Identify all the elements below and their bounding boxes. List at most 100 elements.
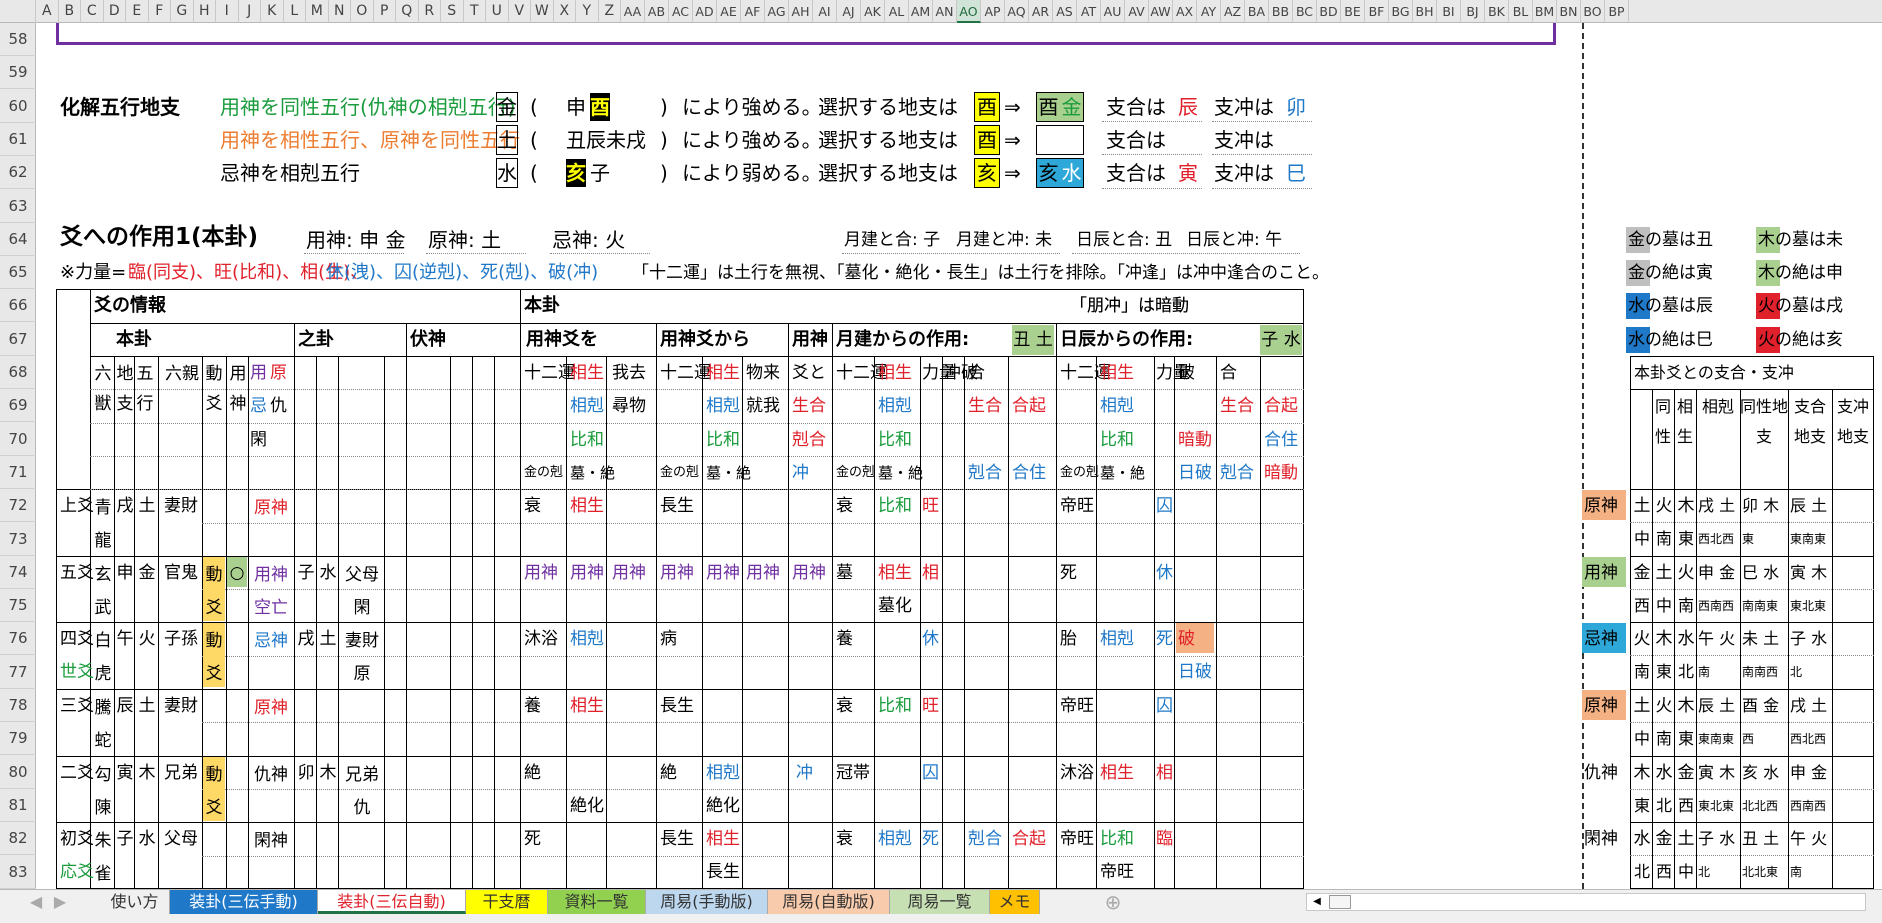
row-header-72[interactable]: 72 <box>0 489 36 523</box>
column-header-bh[interactable]: BH <box>1413 0 1437 23</box>
select-all-corner[interactable] <box>0 0 36 23</box>
column-header-ay[interactable]: AY <box>1197 0 1221 23</box>
column-header-ad[interactable]: AD <box>693 0 717 23</box>
column-header-bi[interactable]: BI <box>1437 0 1461 23</box>
column-header-ai[interactable]: AI <box>813 0 837 23</box>
row-header-79[interactable]: 79 <box>0 722 36 756</box>
column-header-x[interactable]: X <box>554 0 576 23</box>
column-header-be[interactable]: BE <box>1341 0 1365 23</box>
column-header-v[interactable]: V <box>509 0 531 23</box>
column-header-p[interactable]: P <box>374 0 396 23</box>
row-header-64[interactable]: 64 <box>0 223 36 256</box>
column-header-b[interactable]: B <box>59 0 81 23</box>
sheet-grid[interactable]: 化解五行地支 用神を同性五行(仇神の相剋五行) 金(申酉) により強める。 選択する地支… <box>36 23 1882 889</box>
column-header-ba[interactable]: BA <box>1245 0 1269 23</box>
column-header-au[interactable]: AU <box>1101 0 1125 23</box>
column-header-q[interactable]: Q <box>396 0 419 23</box>
column-header-o[interactable]: O <box>351 0 374 23</box>
scroll-left-arrow-icon[interactable]: ◀ <box>1307 894 1327 910</box>
column-header-at[interactable]: AT <box>1077 0 1101 23</box>
row-header-68[interactable]: 68 <box>0 356 36 389</box>
row-header-65[interactable]: 65 <box>0 256 36 290</box>
column-header-w[interactable]: W <box>531 0 554 23</box>
column-header-y[interactable]: Y <box>576 0 599 23</box>
column-header-j[interactable]: J <box>239 0 261 23</box>
column-header-az[interactable]: AZ <box>1221 0 1245 23</box>
column-header-s[interactable]: S <box>441 0 464 23</box>
column-header-c[interactable]: C <box>81 0 104 23</box>
column-header-ao[interactable]: AO <box>957 0 981 23</box>
column-header-g[interactable]: G <box>171 0 194 23</box>
column-header-bp[interactable]: BP <box>1605 0 1629 23</box>
row-header-62[interactable]: 62 <box>0 156 36 190</box>
tab-scroll-right-icon[interactable]: ▶ <box>48 890 72 914</box>
column-header-i[interactable]: I <box>216 0 239 23</box>
column-header-ar[interactable]: AR <box>1029 0 1053 23</box>
sheet-tab-0[interactable]: 使い方 <box>100 890 170 914</box>
row-header-75[interactable]: 75 <box>0 589 36 623</box>
sheet-tab-8[interactable]: メモ <box>990 890 1040 914</box>
row-header-83[interactable]: 83 <box>0 856 36 889</box>
row-header-71[interactable]: 71 <box>0 456 36 489</box>
column-header-am[interactable]: AM <box>909 0 933 23</box>
column-header-aq[interactable]: AQ <box>1005 0 1029 23</box>
column-header-ax[interactable]: AX <box>1173 0 1197 23</box>
row-header-bar[interactable]: 58 59 60 61 62 63 64 65 66 67 68 69 70 71 72 73 74 75 76 77… <box>0 23 36 889</box>
sheet-tab-6[interactable]: 周易(自動版) <box>768 890 890 914</box>
sheet-tab-1[interactable]: 装卦(三伝手動) <box>170 890 318 914</box>
column-header-bm[interactable]: BM <box>1533 0 1557 23</box>
column-header-ap[interactable]: AP <box>981 0 1005 23</box>
add-sheet-icon[interactable]: ⊕ <box>1098 890 1128 914</box>
column-header-t[interactable]: T <box>464 0 486 23</box>
column-header-bk[interactable]: BK <box>1485 0 1509 23</box>
row-header-82[interactable]: 82 <box>0 822 36 856</box>
column-header-ah[interactable]: AH <box>789 0 813 23</box>
row-header-59[interactable]: 59 <box>0 56 36 90</box>
column-header-bj[interactable]: BJ <box>1461 0 1485 23</box>
tab-scroll-left-icon[interactable]: ◀ <box>24 890 48 914</box>
column-header-z[interactable]: Z <box>599 0 621 23</box>
column-header-k[interactable]: K <box>261 0 284 23</box>
column-header-ak[interactable]: AK <box>861 0 885 23</box>
row-header-73[interactable]: 73 <box>0 523 36 556</box>
column-header-bo[interactable]: BO <box>1581 0 1605 23</box>
row-header-61[interactable]: 61 <box>0 123 36 156</box>
spreadsheet[interactable]: A B C D E F G H I J K L M N O P Q R S T U V W X Y Z AA AB AC AD AE AF AG… <box>0 0 1882 923</box>
row-header-63[interactable]: 63 <box>0 190 36 223</box>
column-header-bl[interactable]: BL <box>1509 0 1533 23</box>
column-header-d[interactable]: D <box>104 0 126 23</box>
column-header-bn[interactable]: BN <box>1557 0 1581 23</box>
column-header-as[interactable]: AS <box>1053 0 1077 23</box>
column-header-e[interactable]: E <box>126 0 149 23</box>
row-header-78[interactable]: 78 <box>0 689 36 722</box>
column-header-af[interactable]: AF <box>741 0 765 23</box>
column-header-n[interactable]: N <box>329 0 351 23</box>
sheet-tab-7[interactable]: 周易一覧 <box>890 890 990 914</box>
column-header-u[interactable]: U <box>486 0 509 23</box>
column-header-ag[interactable]: AG <box>765 0 789 23</box>
scroll-thumb[interactable] <box>1329 895 1351 909</box>
row-header-58[interactable]: 58 <box>0 23 36 56</box>
column-header-f[interactable]: F <box>149 0 171 23</box>
row-header-67[interactable]: 67 <box>0 323 36 356</box>
column-header-m[interactable]: M <box>306 0 329 23</box>
row-header-69[interactable]: 69 <box>0 389 36 423</box>
row-header-81[interactable]: 81 <box>0 789 36 822</box>
sheet-tab-3[interactable]: 干支暦 <box>466 890 548 914</box>
column-header-aj[interactable]: AJ <box>837 0 861 23</box>
horizontal-scrollbar[interactable]: ◀ <box>1306 893 1866 911</box>
column-header-r[interactable]: R <box>419 0 441 23</box>
sheet-tab-4[interactable]: 資料一覧 <box>548 890 646 914</box>
column-header-bar[interactable]: A B C D E F G H I J K L M N O P Q R S T U V W X Y Z AA AB AC AD AE AF AG… <box>0 0 1882 23</box>
column-header-bc[interactable]: BC <box>1293 0 1317 23</box>
row-header-74[interactable]: 74 <box>0 556 36 589</box>
sheet-tab-2[interactable]: 装卦(三伝自動) <box>318 890 466 914</box>
column-header-ab[interactable]: AB <box>645 0 669 23</box>
row-header-66[interactable]: 66 <box>0 289 36 323</box>
column-header-aw[interactable]: AW <box>1149 0 1173 23</box>
row-header-60[interactable]: 60 <box>0 90 36 123</box>
column-header-al[interactable]: AL <box>885 0 909 23</box>
row-header-80[interactable]: 80 <box>0 756 36 789</box>
column-header-bb[interactable]: BB <box>1269 0 1293 23</box>
column-header-l[interactable]: L <box>284 0 306 23</box>
